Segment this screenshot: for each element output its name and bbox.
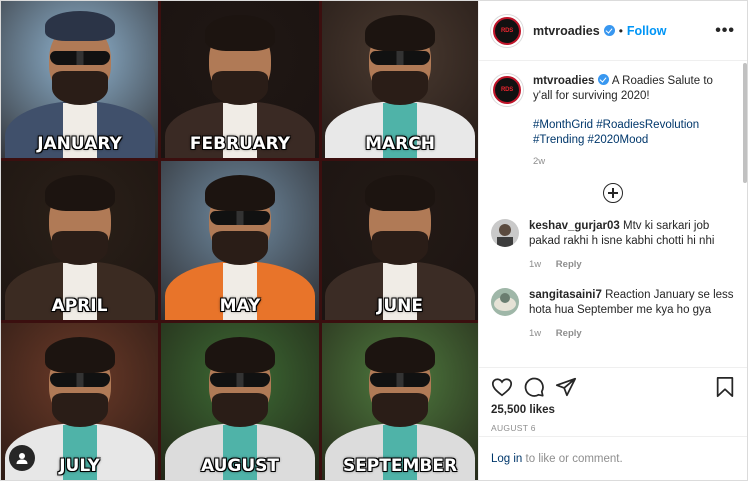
more-options-icon[interactable]: •••: [715, 22, 735, 40]
month-label: FEBRUARY: [189, 134, 291, 154]
post-date: AUGUST 6: [491, 423, 536, 433]
comment-item: sangitasaini7 Reaction January se less h…: [491, 288, 735, 341]
reply-button[interactable]: Reply: [556, 328, 582, 339]
comment-username[interactable]: keshav_gurjar03: [529, 220, 620, 232]
month-grid: JANUARY FEBRUARY MARCH APRIL MAY JUNE JULY AUGU…: [1, 1, 478, 480]
commenter-avatar[interactable]: [491, 219, 519, 247]
comment-item: keshav_gurjar03 Mtv ki sarkari job pakad…: [491, 219, 735, 272]
post-actions: 25,500 likes AUGUST 6: [479, 367, 747, 433]
post-media[interactable]: JANUARY FEBRUARY MARCH APRIL MAY JUNE JULY AUGU…: [1, 1, 478, 480]
month-tile: APRIL: [1, 161, 158, 320]
profile-avatar[interactable]: RDS: [491, 14, 523, 47]
month-label: JANUARY: [37, 134, 122, 154]
like-heart-icon[interactable]: [491, 376, 513, 398]
caption-body: mtvroadies A Roadies Salute to y'all for…: [533, 74, 735, 169]
comment-bubble-icon[interactable]: [523, 376, 545, 398]
follow-button[interactable]: Follow: [627, 24, 667, 38]
load-more-comments-icon[interactable]: [603, 183, 623, 203]
month-label: AUGUST: [200, 456, 280, 476]
comments-scrollbar[interactable]: [743, 63, 747, 183]
month-tile: MARCH: [322, 1, 478, 158]
month-label: APRIL: [51, 296, 108, 316]
month-tile: FEBRUARY: [161, 1, 319, 158]
post-header: RDS mtvroadies • Follow •••: [479, 1, 747, 61]
bookmark-icon[interactable]: [715, 376, 735, 398]
reply-button[interactable]: Reply: [556, 259, 582, 270]
share-icon[interactable]: [555, 376, 577, 398]
month-tile: MAY: [161, 161, 319, 320]
caption-username[interactable]: mtvroadies: [533, 75, 594, 87]
month-tile: JANUARY: [1, 1, 158, 158]
roadies-logo-icon: RDS: [500, 87, 514, 93]
comment-age: 1w: [529, 259, 542, 270]
roadies-logo-icon: RDS: [500, 27, 514, 34]
month-tile: AUGUST: [161, 323, 319, 480]
verified-badge-icon: [603, 25, 615, 36]
login-link[interactable]: Log in: [491, 453, 522, 465]
likes-count[interactable]: 25,500 likes: [491, 404, 735, 416]
month-label: MARCH: [365, 134, 435, 154]
month-label: MAY: [219, 296, 261, 316]
caption-hashtags[interactable]: #MonthGrid #RoadiesRevolution #Trending …: [533, 118, 735, 148]
month-tile: JUNE: [322, 161, 478, 320]
month-label: SEPTEMBER: [342, 456, 458, 476]
post-sidebar: RDS mtvroadies • Follow ••• RDS mtvroadi…: [478, 1, 747, 480]
header-separator: •: [618, 23, 623, 38]
comment-age: 1w: [529, 328, 542, 339]
instagram-post: JANUARY FEBRUARY MARCH APRIL MAY JUNE JULY AUGU…: [0, 0, 748, 481]
comment-username[interactable]: sangitasaini7: [529, 289, 602, 301]
user-icon: [16, 453, 28, 464]
commenter-avatar[interactable]: [491, 288, 519, 316]
caption: RDS mtvroadies A Roadies Salute to y'all…: [491, 74, 735, 169]
month-tile: SEPTEMBER: [322, 323, 478, 480]
comments-section[interactable]: RDS mtvroadies A Roadies Salute to y'all…: [479, 62, 747, 367]
verified-badge-icon: [598, 74, 610, 85]
login-prompt-text: to like or comment.: [522, 452, 623, 465]
header-username[interactable]: mtvroadies: [533, 24, 600, 38]
caption-avatar[interactable]: RDS: [491, 74, 523, 106]
month-label: JUNE: [377, 296, 423, 316]
login-bar: Log in to like or comment.: [479, 436, 747, 480]
tagged-user-icon[interactable]: [9, 445, 35, 471]
caption-age: 2w: [533, 156, 546, 167]
